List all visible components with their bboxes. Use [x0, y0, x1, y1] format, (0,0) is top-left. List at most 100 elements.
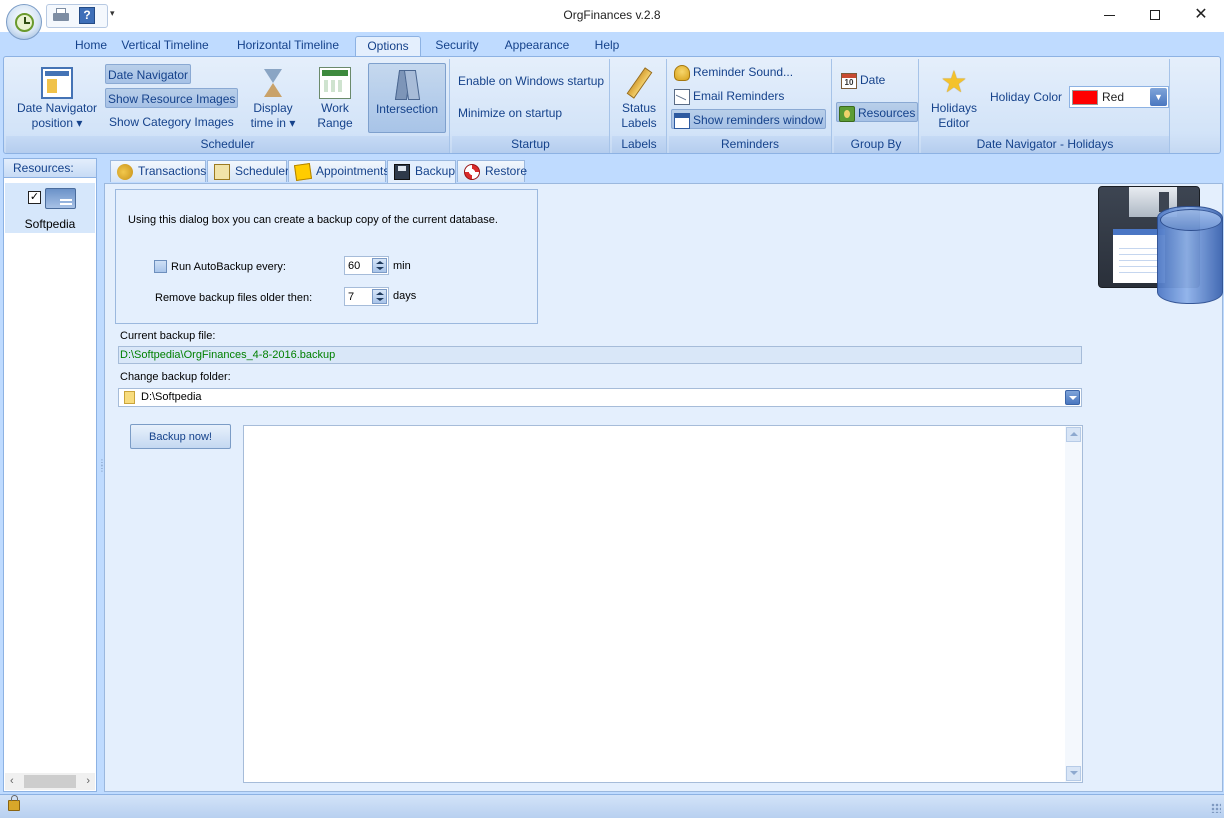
tab-help[interactable]: Help	[587, 36, 627, 57]
resources-horizontal-scrollbar[interactable]: ‹ ›	[5, 773, 95, 790]
backup-intro-text: Using this dialog box you can create a b…	[128, 214, 498, 226]
hourglass-icon	[257, 67, 289, 99]
panel-splitter[interactable]: ⋮ ⋮	[98, 459, 106, 480]
resource-checkbox[interactable]: ✓	[28, 191, 41, 204]
minimize-on-startup-toggle[interactable]: Minimize on startup	[456, 103, 564, 123]
startup-group-label: Startup	[452, 136, 609, 153]
spinner-arrows-icon[interactable]	[372, 289, 387, 304]
doc-tab-backup[interactable]: Backup	[387, 160, 456, 183]
holiday-color-select[interactable]: Red ▼	[1069, 86, 1169, 108]
work-range-label: Work Range	[317, 101, 353, 130]
scroll-up-icon[interactable]	[1066, 427, 1081, 442]
show-resource-images-toggle[interactable]: Show Resource Images	[105, 88, 239, 108]
show-category-images-toggle[interactable]: Show Category Images	[107, 112, 236, 132]
tab-horizontal-timeline[interactable]: Horizontal Timeline	[228, 36, 348, 57]
doc-tab-scheduler[interactable]: Scheduler	[207, 160, 290, 182]
autobackup-interval-input[interactable]	[346, 258, 372, 273]
show-reminders-window-toggle[interactable]: Show reminders window	[671, 109, 827, 129]
resize-grip-icon[interactable]	[1211, 803, 1221, 813]
scroll-left-icon[interactable]: ‹	[10, 773, 14, 790]
tab-security[interactable]: Security	[427, 36, 487, 57]
chevron-down-icon[interactable]	[1065, 390, 1080, 405]
tab-vertical-timeline[interactable]: Vertical Timeline	[112, 36, 218, 57]
doc-tab-label: Restore	[485, 164, 528, 178]
resource-item[interactable]: ✓ Softpedia	[5, 183, 95, 233]
folder-icon	[124, 391, 135, 404]
group-by-date-button[interactable]: 10 Date	[839, 70, 887, 90]
status-labels-label: Status Labels	[621, 101, 657, 130]
email-reminders-toggle[interactable]: Email Reminders	[672, 86, 786, 106]
work-range-button[interactable]: Work Range	[308, 67, 362, 131]
reminder-sound-button[interactable]: Reminder Sound...	[672, 62, 795, 82]
maximize-button[interactable]	[1132, 0, 1178, 30]
resources-header: Resources:	[4, 159, 96, 178]
holidays-group: ★ Holidays Editor Holiday Color Red ▼ Da…	[921, 59, 1170, 153]
scheduler-group-label: Scheduler	[6, 136, 449, 153]
calendar-icon: 10	[841, 72, 857, 89]
window-title: OrgFinances v.2.8	[563, 8, 661, 22]
tab-options[interactable]: Options	[355, 36, 421, 57]
scroll-down-icon[interactable]	[1066, 766, 1081, 781]
remove-days-spinner[interactable]	[344, 287, 389, 306]
ribbon: Date Navigator position ▾ Date Navigator…	[3, 56, 1221, 154]
sticky-note-icon	[293, 162, 313, 182]
holidays-editor-button[interactable]: ★ Holidays Editor	[925, 67, 983, 131]
group-by-date-label: Date	[860, 73, 886, 87]
scroll-right-icon[interactable]: ›	[86, 773, 90, 790]
display-time-in-button[interactable]: Display time in ▾	[244, 67, 302, 131]
date-navigator-toggle[interactable]: Date Navigator	[105, 64, 192, 84]
group-by-group: 10 Date Resources Group By	[834, 59, 919, 153]
group-by-resources-label: Resources	[858, 106, 916, 120]
intersection-toggle[interactable]: Intersection	[368, 63, 446, 133]
scroll-thumb[interactable]	[24, 775, 76, 788]
labels-group: Status Labels Labels	[612, 59, 667, 153]
autobackup-label: Run AutoBackup every:	[171, 261, 286, 273]
tab-appearance[interactable]: Appearance	[497, 36, 577, 57]
doc-tab-label: Transactions	[138, 164, 207, 178]
change-backup-folder-label: Change backup folder:	[120, 371, 231, 383]
backup-folder-value: D:\Softpedia	[141, 391, 202, 403]
content-area: Transactions Scheduler Appointments Back…	[104, 158, 1223, 792]
minimize-button[interactable]	[1086, 0, 1132, 30]
autobackup-interval-spinner[interactable]	[344, 256, 389, 275]
doc-tab-restore[interactable]: Restore	[457, 160, 528, 182]
holiday-color-label: Holiday Color	[990, 90, 1063, 104]
autobackup-unit: min	[393, 260, 411, 272]
database-bin-icon	[1157, 206, 1223, 304]
log-vertical-scrollbar[interactable]	[1065, 426, 1082, 782]
lock-icon[interactable]	[8, 795, 20, 811]
enable-on-windows-startup-toggle[interactable]: Enable on Windows startup	[456, 71, 606, 91]
date-navigator-position-label: Date Navigator position ▾	[16, 101, 98, 130]
doc-tab-transactions[interactable]: Transactions	[110, 160, 206, 182]
title-bar: ? ▾ OrgFinances v.2.8 ✕	[0, 0, 1224, 32]
doc-tab-label: Backup	[415, 164, 456, 178]
group-by-group-label: Group By	[834, 136, 918, 153]
work-range-icon	[319, 67, 351, 99]
bell-icon	[674, 64, 690, 81]
backup-now-button[interactable]: Backup now!	[130, 424, 231, 449]
holiday-color-swatch	[1072, 90, 1098, 105]
doc-tab-appointments[interactable]: Appointments	[288, 160, 389, 182]
group-by-resources-button[interactable]: Resources	[836, 102, 919, 122]
star-icon: ★	[940, 66, 968, 99]
spinner-arrows-icon[interactable]	[372, 258, 387, 273]
lifebuoy-icon	[464, 164, 480, 180]
status-bar	[0, 794, 1224, 818]
remove-days-input[interactable]	[346, 289, 372, 304]
holidays-editor-label: Holidays Editor	[930, 101, 978, 130]
application-menu-button[interactable]	[6, 4, 42, 40]
backup-folder-select[interactable]: D:\Softpedia	[118, 388, 1082, 407]
display-time-in-label: Display time in ▾	[250, 101, 296, 130]
resources-panel: Resources: ✓ Softpedia ‹ ›	[3, 158, 97, 792]
holidays-group-label: Date Navigator - Holidays	[921, 136, 1169, 153]
chevron-down-icon[interactable]: ▼	[1150, 88, 1167, 106]
status-labels-button[interactable]: Status Labels	[614, 67, 664, 131]
autobackup-checkbox[interactable]	[154, 260, 167, 273]
close-button[interactable]: ✕	[1178, 0, 1224, 30]
date-navigator-position-button[interactable]: Date Navigator position ▾	[10, 67, 104, 131]
backup-log-textarea[interactable]	[243, 425, 1083, 783]
show-reminders-window-label: Show reminders window	[693, 113, 824, 127]
intersection-label: Intersection	[375, 102, 439, 116]
doc-tab-label: Scheduler	[235, 164, 290, 178]
date-navigator-icon	[41, 67, 73, 99]
